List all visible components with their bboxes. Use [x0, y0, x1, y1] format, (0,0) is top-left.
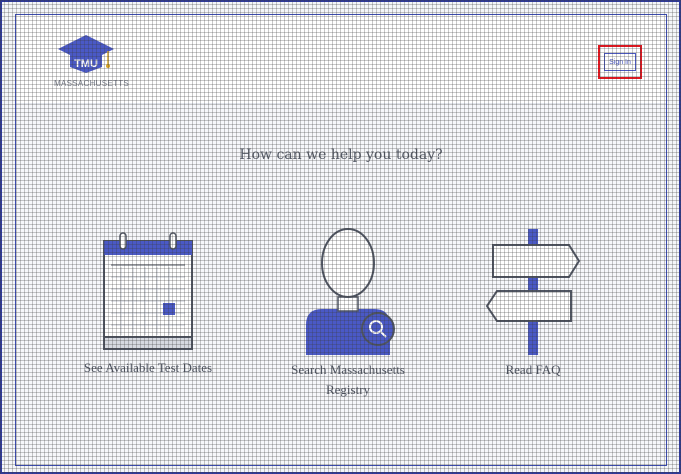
read-faq-option[interactable]: Read FAQ	[478, 229, 588, 380]
search-registry-label-line1: Search Massachusetts	[291, 362, 405, 377]
logo-subtext: MASSACHUSETTS	[54, 79, 130, 88]
read-faq-label: Read FAQ	[505, 362, 561, 377]
search-registry-option[interactable]: Search Massachusetts Registry	[278, 225, 418, 400]
sign-in-button[interactable]: Sign In	[604, 53, 636, 71]
signpost-icon	[485, 229, 581, 355]
magnifier-icon	[361, 312, 395, 346]
graduation-cap-icon: TMU	[58, 35, 114, 73]
page-headline: How can we help you today?	[239, 147, 443, 163]
see-test-dates-label: See Available Test Dates	[83, 360, 213, 375]
logo-text: TMU	[74, 58, 98, 70]
see-test-dates-option[interactable]: See Available Test Dates	[78, 229, 218, 378]
person-search-icon	[306, 228, 395, 355]
search-registry-label-line2: Registry	[325, 382, 371, 397]
page-container: TMU MASSACHUSETTS Sign In How can we hel…	[15, 14, 667, 466]
site-header: TMU MASSACHUSETTS	[16, 15, 666, 104]
calendar-icon	[103, 232, 193, 350]
